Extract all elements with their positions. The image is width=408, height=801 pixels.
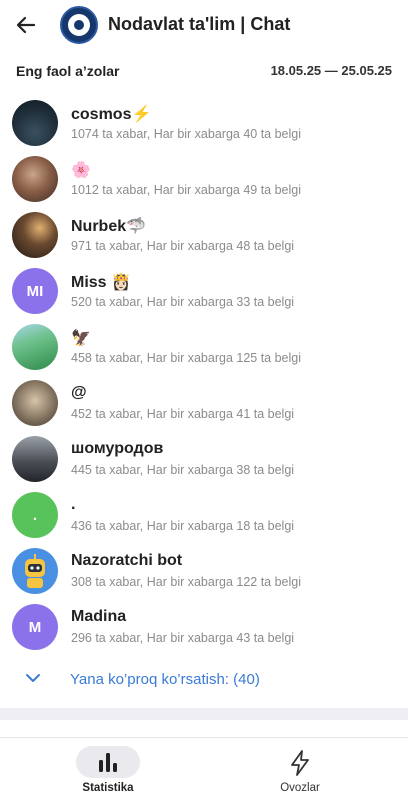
member-row[interactable]: . . 436 ta xabar, Har bir xabarga 18 ta … <box>0 487 408 543</box>
member-name: Madina <box>71 608 127 625</box>
member-name: . <box>71 496 76 513</box>
member-stats: 971 ta xabar, Har bir xabarga 48 ta belg… <box>71 239 295 253</box>
avatar: MI <box>12 268 58 314</box>
tab-votes-label: Ovozlar <box>280 782 320 794</box>
member-name: шомуродов <box>71 440 164 457</box>
avatar <box>12 380 58 426</box>
active-members-list: cosmos⚡ 1074 ta xabar, Har bir xabarga 4… <box>0 95 408 655</box>
show-more-button[interactable]: Yana ko’proq ko’rsatish: (40) <box>0 665 408 695</box>
member-row[interactable]: 🦅 458 ta xabar, Har bir xabarga 125 ta b… <box>0 319 408 375</box>
member-name: Miss 👸🏻 <box>71 274 131 291</box>
date-range[interactable]: 18.05.25 — 25.05.25 <box>271 63 392 78</box>
top-app-bar: Nodavlat ta'lim | Chat <box>0 0 408 50</box>
avatar <box>12 436 58 482</box>
avatar <box>12 156 58 202</box>
back-arrow-icon[interactable] <box>14 13 38 37</box>
avatar: . <box>12 492 58 538</box>
member-name: 🦅 <box>71 330 91 347</box>
member-stats: 452 ta xabar, Har bir xabarga 41 ta belg… <box>71 407 295 421</box>
member-row[interactable]: 🌸 1012 ta xabar, Har bir xabarga 49 ta b… <box>0 151 408 207</box>
chevron-down-icon <box>24 669 42 692</box>
member-name: Nurbek🦈 <box>71 218 147 235</box>
member-row[interactable]: MI Miss 👸🏻 520 ta xabar, Har bir xabarga… <box>0 263 408 319</box>
member-stats: 1074 ta xabar, Har bir xabarga 40 ta bel… <box>71 127 302 141</box>
member-row[interactable]: Nazoratchi bot 308 ta xabar, Har bir xab… <box>0 543 408 599</box>
member-stats: 308 ta xabar, Har bir xabarga 122 ta bel… <box>71 575 302 589</box>
member-stats: 296 ta xabar, Har bir xabarga 43 ta belg… <box>71 631 295 645</box>
member-row[interactable]: Nurbek🦈 971 ta xabar, Har bir xabarga 48… <box>0 207 408 263</box>
member-stats: 445 ta xabar, Har bir xabarga 38 ta belg… <box>71 463 295 477</box>
member-name: cosmos⚡ <box>71 106 152 123</box>
member-stats: 458 ta xabar, Har bir xabarga 125 ta bel… <box>71 351 302 365</box>
member-stats: 436 ta xabar, Har bir xabarga 18 ta belg… <box>71 519 295 533</box>
lightning-icon <box>288 750 312 781</box>
page-title: Nodavlat ta'lim | Chat <box>108 14 291 34</box>
member-name: @ <box>71 384 87 401</box>
member-stats: 520 ta xabar, Har bir xabarga 33 ta belg… <box>71 295 295 309</box>
chat-logo-avatar <box>60 6 98 44</box>
show-more-label: Yana ko’proq ko’rsatish: (40) <box>70 671 260 688</box>
bar-chart-icon <box>76 746 140 778</box>
member-row[interactable]: шомуродов 445 ta xabar, Har bir xabarga … <box>0 431 408 487</box>
section-title: Eng faol a’zolar <box>16 63 120 79</box>
tab-statistics[interactable]: Statistika <box>48 738 168 801</box>
member-name: 🌸 <box>71 162 91 179</box>
tab-statistics-label: Statistika <box>82 782 134 794</box>
member-row[interactable]: cosmos⚡ 1074 ta xabar, Har bir xabarga 4… <box>0 95 408 151</box>
robot-avatar-icon <box>12 548 58 594</box>
section-header: Eng faol a’zolar 18.05.25 — 25.05.25 <box>0 52 408 88</box>
member-stats: 1012 ta xabar, Har bir xabarga 49 ta bel… <box>71 183 302 197</box>
avatar <box>12 100 58 146</box>
section-divider <box>0 708 408 720</box>
avatar: M <box>12 604 58 650</box>
avatar <box>12 324 58 370</box>
member-row[interactable]: M Madina 296 ta xabar, Har bir xabarga 4… <box>0 599 408 655</box>
member-row[interactable]: @ 452 ta xabar, Har bir xabarga 41 ta be… <box>0 375 408 431</box>
tab-votes[interactable]: Ovozlar <box>240 738 360 801</box>
avatar <box>12 212 58 258</box>
bottom-navigation: Statistika Ovozlar <box>0 737 408 801</box>
member-name: Nazoratchi bot <box>71 552 183 569</box>
